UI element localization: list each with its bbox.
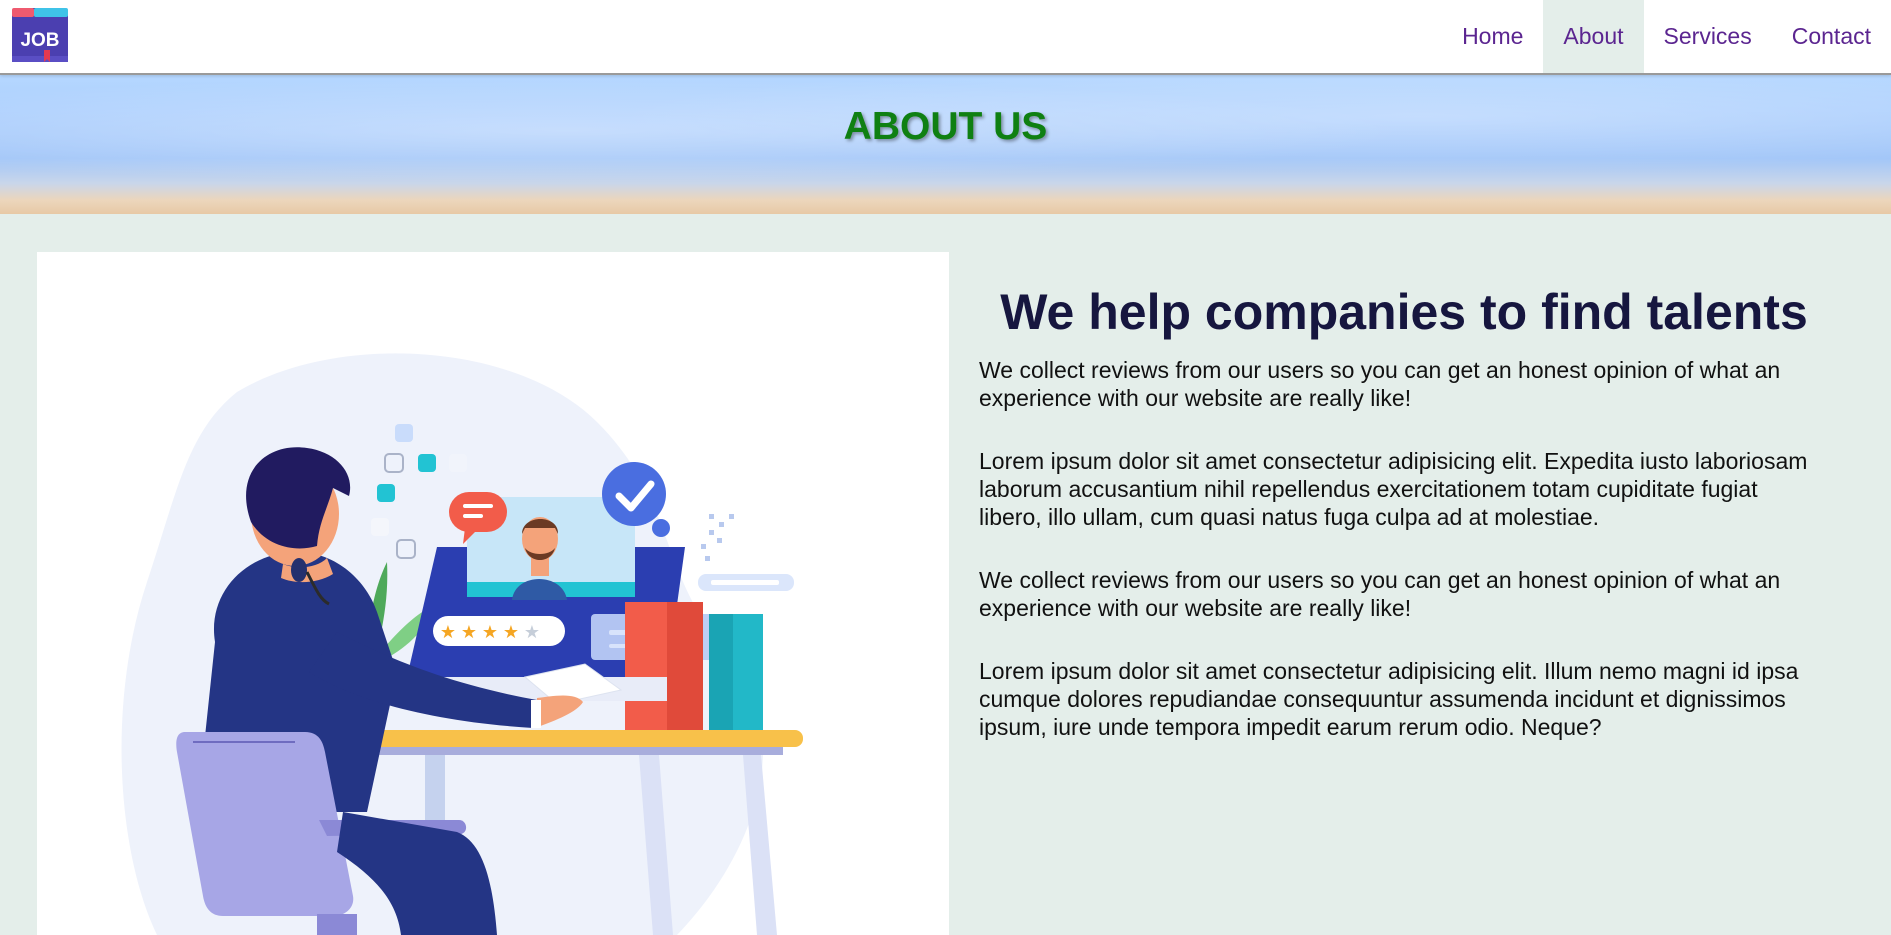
svg-text:★: ★ [482,622,498,643]
nav-link-about[interactable]: About [1543,0,1644,73]
paragraph: We collect reviews from our users so you… [979,567,1781,621]
svg-text:★: ★ [503,622,519,643]
recruiter-video-call-illustration-icon: ★ ★ ★ ★ ★ [121,353,803,935]
hero-banner: ABOUT US [0,75,1891,214]
paragraph: Lorem ipsum dolor sit amet consectetur a… [979,658,1799,740]
navbar: JOB Home About Services Contact [0,0,1891,75]
logo-text: JOB [20,30,59,51]
svg-text:★: ★ [461,622,477,643]
recruiter-illustration: ★ ★ ★ ★ ★ [37,252,949,935]
nav-menu: Home About Services Contact [1442,0,1891,73]
paragraph: We collect reviews from our users so you… [979,357,1781,411]
svg-text:★: ★ [524,622,540,643]
paragraph: Lorem ipsum dolor sit amet consectetur a… [979,448,1808,530]
nav-link-contact[interactable]: Contact [1772,0,1891,73]
nav-link-services[interactable]: Services [1644,0,1772,73]
svg-text:★: ★ [440,622,456,643]
page-title: ABOUT US [843,105,1048,148]
job-logo-icon[interactable]: JOB [10,6,71,66]
nav-link-home[interactable]: Home [1442,0,1543,73]
about-content: We help companies to find talents We col… [979,252,1829,741]
section-headline: We help companies to find talents [1000,284,1808,340]
